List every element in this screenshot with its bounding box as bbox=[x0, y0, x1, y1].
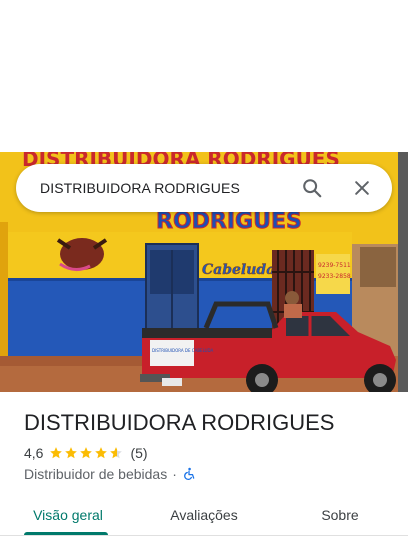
search-button[interactable] bbox=[294, 170, 330, 206]
star-icon bbox=[65, 447, 78, 459]
tab-bar: Visão geral Avaliações Sobre bbox=[0, 494, 408, 536]
star-icon bbox=[110, 447, 123, 459]
star-icon bbox=[95, 447, 108, 459]
separator-dot: · bbox=[172, 466, 177, 482]
search-bar[interactable]: DISTRIBUIDORA RODRIGUES bbox=[16, 164, 392, 212]
place-details-page: DISTRIBUIDORA RODRIGUES RODRIGUES Cabelu… bbox=[0, 0, 408, 544]
close-button[interactable] bbox=[344, 170, 380, 206]
review-count[interactable]: (5) bbox=[130, 445, 147, 461]
tabs-divider bbox=[0, 535, 408, 536]
phone-line-2: 9233-2858 bbox=[318, 273, 351, 280]
rating-value: 4,6 bbox=[24, 445, 44, 461]
place-title: DISTRIBUIDORA RODRIGUES bbox=[24, 410, 335, 435]
rating-row[interactable]: 4,6 (5) bbox=[24, 444, 148, 462]
wheelchair-icon bbox=[182, 467, 196, 481]
tab-label: Visão geral bbox=[33, 507, 103, 523]
rating-stars bbox=[49, 446, 124, 460]
phone-line-1: 9239-7511 bbox=[318, 262, 351, 269]
sign-main-text: RODRIGUES bbox=[156, 209, 302, 234]
truck-decal: DISTRIBUIDORA DE CABELUDA bbox=[152, 348, 214, 353]
close-icon bbox=[355, 181, 369, 195]
star-icon bbox=[50, 447, 63, 459]
search-input[interactable]: DISTRIBUIDORA RODRIGUES bbox=[40, 180, 294, 196]
place-category: Distribuidor de bebidas bbox=[24, 466, 168, 482]
star-icon bbox=[80, 447, 93, 459]
category-row: Distribuidor de bebidas · bbox=[24, 465, 196, 483]
tab-about[interactable]: Sobre bbox=[272, 494, 408, 536]
tab-reviews[interactable]: Avaliações bbox=[136, 494, 272, 536]
tab-overview[interactable]: Visão geral bbox=[0, 494, 136, 536]
tab-label: Avaliações bbox=[170, 507, 238, 523]
tab-label: Sobre bbox=[321, 507, 359, 523]
wall-text: Cabeluda bbox=[202, 262, 275, 278]
search-icon bbox=[303, 179, 322, 198]
